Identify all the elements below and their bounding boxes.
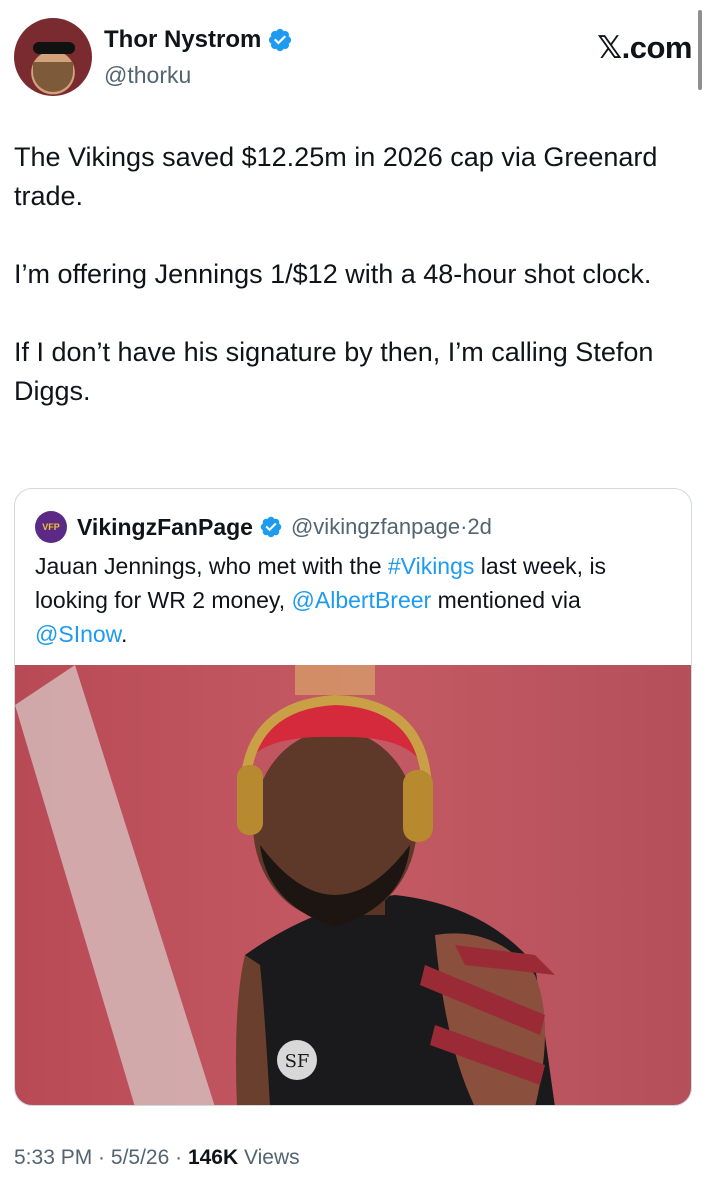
quoted-timestamp[interactable]: 2d bbox=[467, 514, 491, 540]
separator-dot: · bbox=[92, 1146, 111, 1169]
quoted-text-part: mentioned via bbox=[431, 587, 581, 613]
hashtag-link[interactable]: #Vikings bbox=[388, 553, 475, 579]
author-name-row[interactable]: Thor Nystrom bbox=[104, 26, 293, 54]
brand-label: 𝕏.com bbox=[597, 30, 692, 65]
tweet-footer: 5:33 PM · 5/5/26 · 146K Views bbox=[14, 1146, 300, 1170]
player-photo[interactable]: SF bbox=[15, 665, 691, 1105]
quoted-author-name[interactable]: VikingzFanPage bbox=[77, 514, 253, 541]
tweet-paragraph: If I don’t have his signature by then, I… bbox=[14, 337, 654, 406]
avatar[interactable] bbox=[14, 18, 92, 96]
separator-dot: · bbox=[460, 514, 468, 539]
avatar-glasses bbox=[33, 42, 75, 54]
mention-link[interactable]: @AlbertBreer bbox=[292, 587, 432, 613]
quoted-text-part: Jauan Jennings, who met with the bbox=[35, 553, 388, 579]
quoted-text-part: . bbox=[121, 621, 128, 647]
avatar-beard bbox=[33, 62, 73, 92]
author-handle[interactable]: @thorku bbox=[104, 62, 191, 89]
quoted-tweet-header: VFP VikingzFanPage @vikingzfanpage · 2d bbox=[35, 511, 492, 543]
tweet-paragraph: I’m offering Jennings 1/$12 with a 48-ho… bbox=[14, 259, 652, 289]
svg-text:SF: SF bbox=[285, 1051, 310, 1072]
scrollbar[interactable] bbox=[698, 10, 702, 90]
separator-dot: · bbox=[169, 1146, 188, 1169]
verified-badge-icon bbox=[269, 28, 292, 52]
views-count: 146K bbox=[187, 1146, 239, 1169]
tweet-text: The Vikings saved $12.25m in 2026 cap vi… bbox=[14, 138, 674, 450]
tweet-time[interactable]: 5:33 PM bbox=[14, 1146, 92, 1169]
tweet-paragraph: The Vikings saved $12.25m in 2026 cap vi… bbox=[14, 142, 658, 211]
quoted-avatar[interactable]: VFP bbox=[35, 511, 67, 543]
tweet-header: Thor Nystrom @thorku 𝕏.com bbox=[14, 18, 694, 98]
verified-badge-icon bbox=[260, 516, 282, 538]
quoted-author-handle[interactable]: @vikingzfanpage bbox=[291, 514, 460, 540]
quoted-tweet-text: Jauan Jennings, who met with the #Viking… bbox=[35, 549, 675, 651]
player-photo-illustration: SF bbox=[15, 665, 691, 1105]
mention-link[interactable]: @SInow bbox=[35, 621, 121, 647]
quoted-tweet-card[interactable]: VFP VikingzFanPage @vikingzfanpage · 2d … bbox=[14, 488, 692, 1106]
tweet-date[interactable]: 5/5/26 bbox=[111, 1146, 169, 1169]
views-label: Views bbox=[238, 1146, 300, 1169]
author-name[interactable]: Thor Nystrom bbox=[104, 26, 261, 54]
